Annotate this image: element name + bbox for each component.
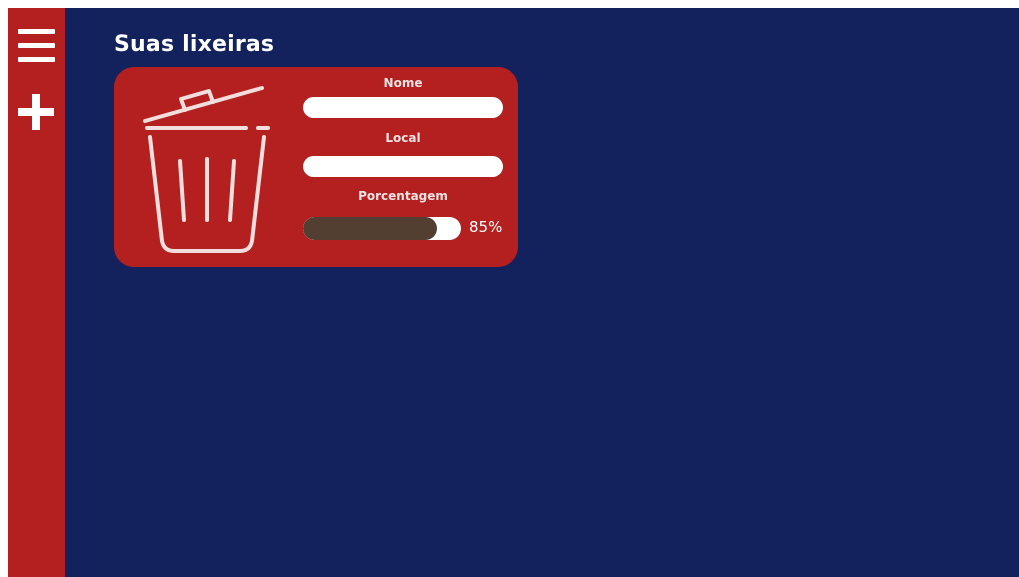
menu-icon-bar-middle — [18, 43, 55, 48]
local-input[interactable] — [303, 156, 503, 177]
name-label: Nome — [383, 76, 423, 90]
menu-icon-bar-bottom — [18, 57, 55, 62]
page-title: Suas lixeiras — [114, 32, 275, 57]
fill-level-bar — [303, 217, 461, 240]
app-frame: Suas lixeiras Nome Local Porcentagem 85% — [8, 8, 1019, 577]
percent-label: Porcentagem — [358, 189, 448, 203]
add-button[interactable] — [18, 94, 54, 130]
name-input[interactable] — [303, 97, 503, 118]
plus-icon-vertical — [32, 94, 40, 130]
local-label: Local — [385, 131, 421, 145]
sidebar — [8, 8, 65, 577]
fill-level-bar-fill — [303, 217, 438, 240]
fill-level-value: 85% — [469, 218, 503, 236]
menu-button[interactable] — [18, 26, 55, 66]
trash-bin-card[interactable]: Nome Local Porcentagem 85% — [114, 67, 518, 267]
trash-can-icon — [143, 86, 270, 253]
menu-icon-bar-top — [18, 29, 55, 34]
